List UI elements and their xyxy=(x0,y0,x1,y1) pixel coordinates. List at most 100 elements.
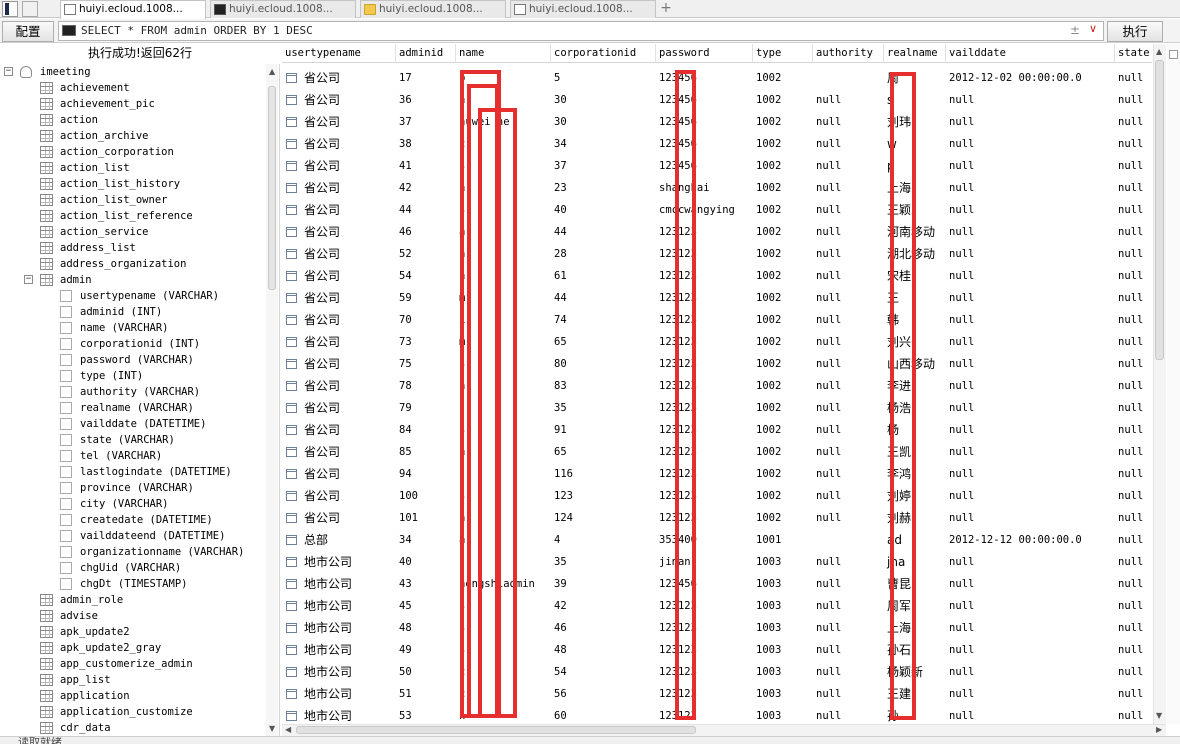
cell-authority[interactable] xyxy=(813,67,884,89)
cell-password[interactable]: 123456 xyxy=(656,111,753,133)
tree-item[interactable]: tel (VARCHAR) xyxy=(0,448,270,464)
cell-state[interactable]: null xyxy=(1115,705,1152,724)
cell-usertypename[interactable]: 省公司 xyxy=(301,507,396,529)
table-row[interactable]: 省公司 73 m 65 123123 1002 null 刘兴 null null xyxy=(282,331,1152,353)
cell-type[interactable]: 1001 xyxy=(753,529,813,551)
cell-vailddate[interactable]: null xyxy=(946,397,1115,419)
cell-type[interactable]: 1003 xyxy=(753,617,813,639)
cell-usertypename[interactable]: 省公司 xyxy=(301,221,396,243)
cell-name[interactable]: s xyxy=(456,617,551,639)
cell-type[interactable]: 1002 xyxy=(753,309,813,331)
chevron-down-icon[interactable]: ∨ xyxy=(1089,22,1097,35)
cell-adminid[interactable]: 85 xyxy=(396,441,456,463)
tree-item[interactable]: address_organization xyxy=(0,256,270,272)
cell-usertypename[interactable]: 省公司 xyxy=(301,419,396,441)
column-header-adminid[interactable]: adminid xyxy=(396,44,456,63)
cell-password[interactable]: 123123 xyxy=(656,595,753,617)
table-row[interactable]: 省公司 101 h 124 123123 1002 null 刘赫 null null xyxy=(282,507,1152,529)
table-row[interactable]: 省公司 94 j 116 123123 1002 null 李鸿 null null xyxy=(282,463,1152,485)
cell-realname[interactable]: 李进 xyxy=(884,375,946,397)
cell-type[interactable]: 1003 xyxy=(753,639,813,661)
cell-password[interactable]: 123123 xyxy=(656,463,753,485)
cell-adminid[interactable]: 84 xyxy=(396,419,456,441)
cell-authority[interactable]: null xyxy=(813,287,884,309)
cell-realname[interactable]: ad xyxy=(884,529,946,551)
cell-authority[interactable]: null xyxy=(813,705,884,724)
cell-vailddate[interactable]: null xyxy=(946,309,1115,331)
cell-password[interactable]: 123456 xyxy=(656,155,753,177)
cell-adminid[interactable]: 59 xyxy=(396,287,456,309)
cell-usertypename[interactable]: 省公司 xyxy=(301,353,396,375)
tree-item[interactable]: app_customerize_admin xyxy=(0,656,270,672)
cell-corporationid[interactable]: 83 xyxy=(551,375,656,397)
cell-realname[interactable]: p xyxy=(884,155,946,177)
cell-corporationid[interactable]: 23 xyxy=(551,177,656,199)
grid-scroll-right-icon[interactable]: ▶ xyxy=(1156,725,1162,734)
cell-realname[interactable]: w xyxy=(884,133,946,155)
cell-type[interactable]: 1003 xyxy=(753,705,813,724)
cell-vailddate[interactable]: null xyxy=(946,617,1115,639)
sql-query-input[interactable]: SELECT * FROM admin ORDER BY 1 DESC xyxy=(58,21,1104,41)
cell-authority[interactable]: null xyxy=(813,595,884,617)
cell-adminid[interactable]: 49 xyxy=(396,639,456,661)
tree-item[interactable]: apk_update2_gray xyxy=(0,640,270,656)
cell-corporationid[interactable]: 74 xyxy=(551,309,656,331)
cell-usertypename[interactable]: 地市公司 xyxy=(301,617,396,639)
table-row[interactable]: 地市公司 40 j 35 jinan 1003 null jna null null xyxy=(282,551,1152,573)
cell-adminid[interactable]: 100 xyxy=(396,485,456,507)
cell-realname[interactable]: 上海 xyxy=(884,177,946,199)
cell-usertypename[interactable]: 省公司 xyxy=(301,485,396,507)
cell-corporationid[interactable]: 5 xyxy=(551,67,656,89)
cell-authority[interactable]: null xyxy=(813,485,884,507)
cell-authority[interactable]: null xyxy=(813,661,884,683)
cell-password[interactable]: 123123 xyxy=(656,375,753,397)
table-row[interactable]: 省公司 78 h 83 123123 1002 null 李进 null null xyxy=(282,375,1152,397)
cell-authority[interactable]: null xyxy=(813,419,884,441)
table-row[interactable]: 省公司 100 s 123 123123 1002 null 刘婷 null null xyxy=(282,485,1152,507)
plus-minus-icon[interactable]: ± xyxy=(1070,23,1080,37)
cell-name[interactable]: s xyxy=(456,639,551,661)
cell-adminid[interactable]: 43 xyxy=(396,573,456,595)
cell-type[interactable]: 1002 xyxy=(753,155,813,177)
table-row[interactable]: 省公司 38 c 34 123456 1002 null w null null xyxy=(282,133,1152,155)
tree-item[interactable]: action_list_owner xyxy=(0,192,270,208)
cell-realname[interactable]: 王凯 xyxy=(884,441,946,463)
tree-item[interactable]: admin_role xyxy=(0,592,270,608)
cell-vailddate[interactable]: null xyxy=(946,507,1115,529)
cell-authority[interactable]: null xyxy=(813,111,884,133)
cell-vailddate[interactable]: null xyxy=(946,485,1115,507)
cell-authority[interactable]: null xyxy=(813,177,884,199)
cell-realname[interactable]: 王建 xyxy=(884,683,946,705)
table-row[interactable]: 省公司 54 h 61 123123 1002 null 宋桂 null null xyxy=(282,265,1152,287)
grid-scroll-left-icon[interactable]: ◀ xyxy=(285,725,291,734)
cell-name[interactable]: s xyxy=(456,485,551,507)
cell-name[interactable]: h xyxy=(456,705,551,724)
cell-authority[interactable]: null xyxy=(813,507,884,529)
cell-state[interactable]: null xyxy=(1115,353,1152,375)
table-row[interactable]: 省公司 70 i 74 123123 1002 null 韩 null null xyxy=(282,309,1152,331)
cell-realname[interactable]: 山西移动 xyxy=(884,353,946,375)
cell-usertypename[interactable]: 省公司 xyxy=(301,287,396,309)
cell-realname[interactable]: 周军 xyxy=(884,595,946,617)
cell-type[interactable]: 1002 xyxy=(753,507,813,529)
cell-realname[interactable]: jna xyxy=(884,551,946,573)
cell-type[interactable]: 1003 xyxy=(753,551,813,573)
table-row[interactable]: 省公司 84 s 91 123123 1002 null 杨 null null xyxy=(282,419,1152,441)
column-header-usertypename[interactable]: usertypename xyxy=(282,44,396,63)
cell-name[interactable]: s xyxy=(456,353,551,375)
cell-vailddate[interactable]: null xyxy=(946,705,1115,724)
cell-adminid[interactable]: 48 xyxy=(396,617,456,639)
cell-corporationid[interactable]: 80 xyxy=(551,353,656,375)
tree-item[interactable]: type (INT) xyxy=(0,368,270,384)
cell-corporationid[interactable]: 46 xyxy=(551,617,656,639)
cell-usertypename[interactable]: 地市公司 xyxy=(301,573,396,595)
table-row[interactable]: 省公司 44 s 40 cmccwangying 1002 null 王颖 null null xyxy=(282,199,1152,221)
cell-corporationid[interactable]: 39 xyxy=(551,573,656,595)
cell-adminid[interactable]: 41 xyxy=(396,155,456,177)
cell-authority[interactable]: null xyxy=(813,155,884,177)
cell-authority[interactable]: null xyxy=(813,199,884,221)
cell-vailddate[interactable]: null xyxy=(946,595,1115,617)
cell-name[interactable]: a xyxy=(456,221,551,243)
cell-type[interactable]: 1002 xyxy=(753,133,813,155)
column-header-authority[interactable]: authority xyxy=(813,44,884,63)
